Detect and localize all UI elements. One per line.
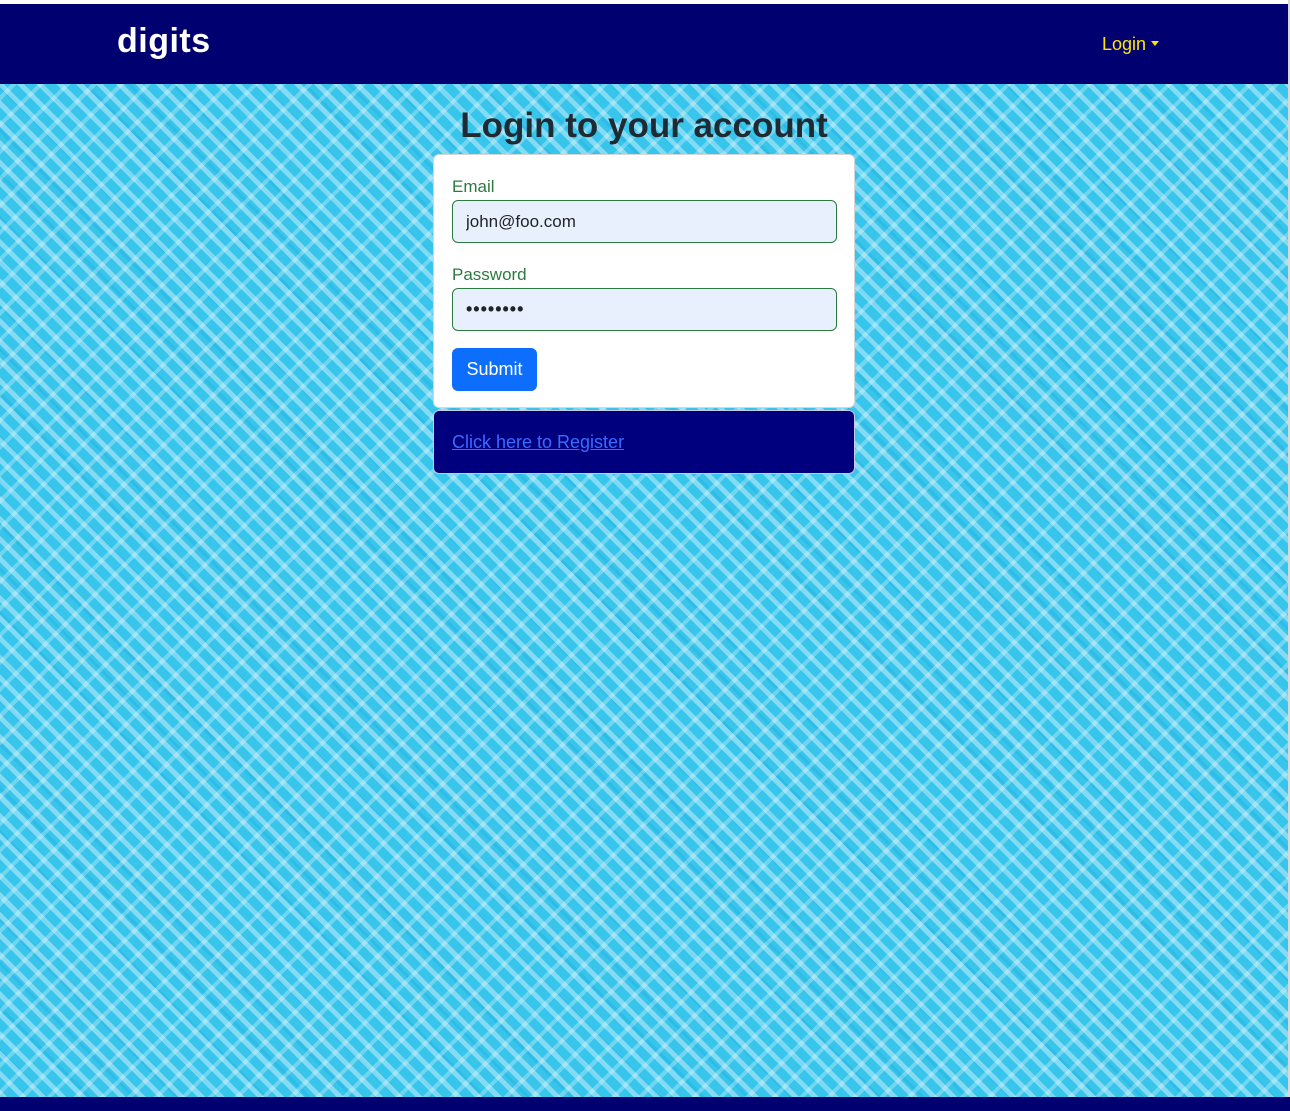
password-field[interactable] [452,288,837,331]
login-menu-label: Login [1102,34,1147,54]
email-field[interactable] [452,200,837,243]
email-label: Email [452,177,495,196]
footer-bar [0,1097,1290,1111]
login-dropdown-toggle[interactable]: Login [1102,34,1160,55]
submit-button[interactable]: Submit [452,348,537,391]
caret-down-icon [1151,41,1160,46]
navbar: digits Login [0,4,1288,84]
brand-logo[interactable]: digits [117,22,211,61]
login-form-card: Email Password Submit [433,154,855,408]
register-panel: Click here to Register [433,410,855,474]
password-label: Password [452,265,527,284]
page-title: Login to your account [460,106,828,145]
register-link[interactable]: Click here to Register [452,432,624,453]
